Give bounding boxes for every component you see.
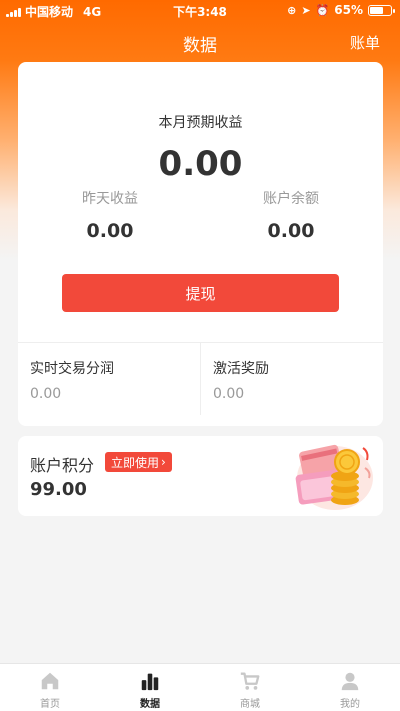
yesterday-earnings: 昨天收益 0.00 — [50, 188, 170, 242]
coins-card-illustration — [295, 444, 373, 510]
yesterday-earnings-value: 0.00 — [86, 220, 134, 242]
user-icon — [341, 672, 359, 691]
activation-reward-value: 0.00 — [213, 386, 245, 402]
month-earnings-value: 0.00 — [158, 144, 243, 184]
account-balance-label: 账户余额 — [263, 191, 319, 207]
status-bar: 中国移动 4G 下午3:48 ⊕ ➤ ⏰ 65% — [0, 0, 400, 20]
tab-label: 我的 — [340, 699, 360, 710]
nav-bar: 数据 账单 — [0, 20, 400, 62]
tab-label: 数据 — [140, 699, 160, 710]
tab-bar: 首页 数据 商城 我的 — [0, 663, 400, 711]
cart-icon — [240, 672, 260, 690]
home-icon — [41, 672, 59, 690]
points-title: 账户积分 — [30, 456, 95, 475]
realtime-profit-label: 实时交易分润 — [30, 361, 114, 377]
battery-percent: 65% — [334, 3, 363, 17]
status-right: ⊕ ➤ ⏰ 65% — [287, 3, 395, 17]
bar-chart-icon — [141, 673, 159, 691]
realtime-profit-value: 0.00 — [30, 386, 62, 402]
activation-reward-label: 激活奖励 — [213, 361, 269, 377]
realtime-profit-cell[interactable]: 实时交易分润 0.00 — [30, 358, 114, 402]
tab-mall[interactable]: 商城 — [200, 664, 300, 711]
battery-fill — [370, 6, 383, 14]
bill-button[interactable]: 账单 — [350, 32, 380, 53]
points-value: 99.00 — [30, 479, 87, 500]
withdraw-button[interactable]: 提现 — [62, 274, 339, 312]
rotation-lock-icon: ⊕ — [287, 3, 297, 17]
location-icon: ➤ — [301, 3, 311, 17]
month-earnings-label: 本月预期收益 — [158, 115, 243, 131]
account-balance-value: 0.00 — [267, 220, 315, 242]
account-balance: 账户余额 0.00 — [231, 188, 351, 242]
use-now-label: 立即使用 — [111, 455, 160, 470]
battery-icon — [368, 4, 395, 16]
activation-reward-cell[interactable]: 激活奖励 0.00 — [213, 358, 269, 402]
tab-home[interactable]: 首页 — [0, 664, 100, 711]
divider — [200, 343, 201, 415]
chevron-right-icon: › — [161, 455, 166, 469]
tab-label: 商城 — [240, 699, 260, 710]
use-now-button[interactable]: 立即使用 › — [105, 452, 172, 472]
tab-data[interactable]: 数据 — [100, 664, 200, 711]
yesterday-earnings-label: 昨天收益 — [82, 191, 138, 207]
tab-profile[interactable]: 我的 — [300, 664, 400, 711]
page-title: 数据 — [183, 36, 217, 56]
tab-label: 首页 — [40, 699, 60, 710]
points-card: 账户积分 立即使用 › 99.00 — [18, 436, 383, 516]
earnings-card: 本月预期收益 0.00 昨天收益 0.00 账户余额 0.00 提现 实时交易分… — [18, 62, 383, 426]
alarm-icon: ⏰ — [315, 3, 330, 17]
